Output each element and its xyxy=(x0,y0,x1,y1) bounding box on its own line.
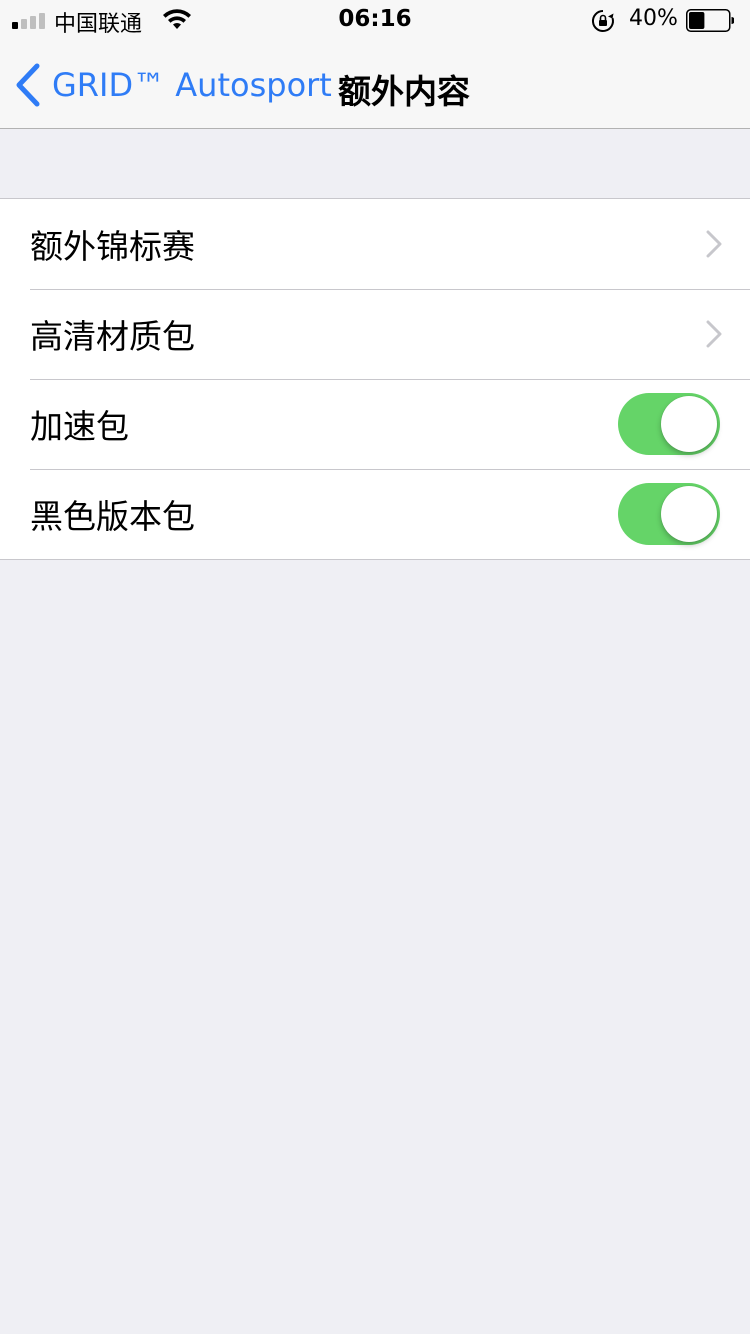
orientation-lock-icon xyxy=(591,9,614,32)
navigation-bar: GRID™ Autosport 额外内容 xyxy=(0,40,750,129)
back-button-label: GRID™ Autosport xyxy=(52,66,332,104)
list-item-black-edition-pack: 黑色版本包 xyxy=(0,469,750,559)
list-item-label: 额外锦标赛 xyxy=(30,227,195,266)
toggle-knob xyxy=(661,486,717,542)
settings-list: 额外锦标赛 高清材质包 加速包 黑色版本包 xyxy=(0,198,750,560)
list-item-extra-championships[interactable]: 额外锦标赛 xyxy=(0,199,750,289)
toggle-knob xyxy=(661,396,717,452)
chevron-right-icon xyxy=(706,320,722,348)
list-item-hd-texture-pack[interactable]: 高清材质包 xyxy=(0,289,750,379)
list-item-label: 加速包 xyxy=(30,407,129,446)
chevron-left-icon xyxy=(16,63,40,107)
back-button[interactable]: GRID™ Autosport xyxy=(14,60,332,110)
list-item-label: 黑色版本包 xyxy=(30,497,195,536)
status-bar: 中国联通 06:16 40% xyxy=(0,0,750,40)
battery-percentage: 40% xyxy=(629,6,678,31)
battery-icon xyxy=(686,9,734,32)
list-item-boost-pack: 加速包 xyxy=(0,379,750,469)
black-edition-pack-toggle[interactable] xyxy=(618,483,720,545)
boost-pack-toggle[interactable] xyxy=(618,393,720,455)
chevron-right-icon xyxy=(706,230,722,258)
list-item-label: 高清材质包 xyxy=(30,317,195,356)
page-title: 额外内容 xyxy=(338,72,470,111)
